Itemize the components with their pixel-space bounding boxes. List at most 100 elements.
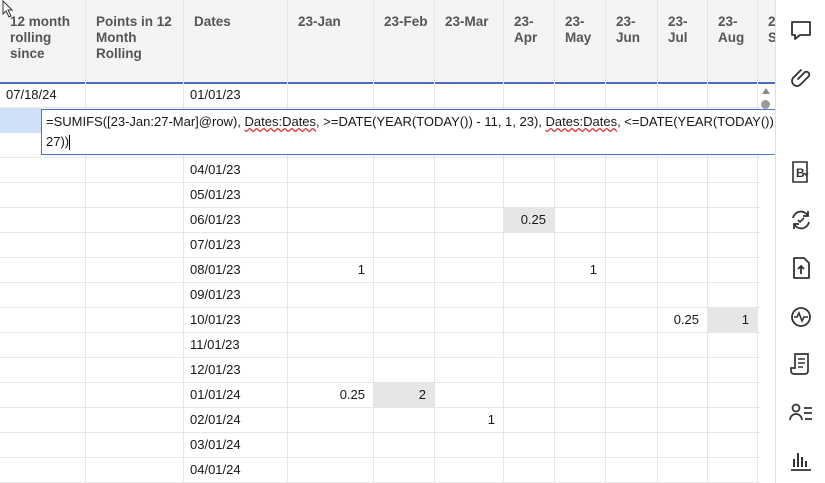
cell-apr[interactable]	[504, 357, 555, 382]
cell-jul[interactable]	[658, 457, 708, 482]
cell-aug[interactable]	[708, 432, 758, 457]
cell-aug[interactable]	[708, 232, 758, 257]
cell-feb[interactable]	[374, 432, 435, 457]
cell-points[interactable]	[86, 182, 184, 207]
cell-jun[interactable]	[606, 82, 658, 107]
cell-jun[interactable]	[606, 432, 658, 457]
cell-date[interactable]: 03/01/24	[184, 432, 288, 457]
cell-date[interactable]: 12/01/23	[184, 357, 288, 382]
cell-date[interactable]: 01/01/24	[184, 382, 288, 407]
cell-jul[interactable]	[658, 82, 708, 107]
cell-points[interactable]	[86, 307, 184, 332]
cell-jan[interactable]	[288, 157, 374, 182]
cell-may[interactable]	[555, 232, 606, 257]
cell-feb[interactable]	[374, 407, 435, 432]
activity-icon[interactable]	[788, 304, 814, 330]
cell-apr[interactable]	[504, 182, 555, 207]
scroll-up-arrow-icon[interactable]	[762, 88, 770, 94]
cell-apr[interactable]	[504, 432, 555, 457]
column-header-overflow[interactable]: 2 S	[758, 0, 775, 82]
table-row[interactable]: 08/01/23 1 1	[0, 257, 760, 283]
table-row[interactable]: 02/01/24 1	[0, 407, 760, 433]
cell-mar[interactable]	[435, 457, 504, 482]
cell-since[interactable]	[0, 357, 86, 382]
column-header-points[interactable]: Points in 12 Month Rolling	[86, 0, 184, 82]
cell-feb[interactable]	[374, 182, 435, 207]
scroll-thumb[interactable]	[761, 100, 770, 109]
cell-apr[interactable]	[504, 257, 555, 282]
cell-points[interactable]	[86, 382, 184, 407]
cell-jan[interactable]: 0.25	[288, 382, 374, 407]
cell-points[interactable]	[86, 257, 184, 282]
formula-editor[interactable]: =SUMIFS([23-Jan:27-Mar]@row), Dates:Date…	[41, 109, 821, 155]
cell-feb[interactable]: 2	[374, 382, 435, 407]
cell-since[interactable]	[0, 432, 86, 457]
cell-since[interactable]	[0, 157, 86, 182]
cell-feb[interactable]	[374, 357, 435, 382]
cell-since[interactable]	[0, 282, 86, 307]
table-row[interactable]: 03/01/24	[0, 432, 760, 458]
cell-since[interactable]	[0, 457, 86, 482]
cell-date[interactable]: 08/01/23	[184, 257, 288, 282]
cell-points[interactable]	[86, 82, 184, 107]
column-header-may[interactable]: 23- May	[555, 0, 606, 82]
cell-mar[interactable]	[435, 332, 504, 357]
cell-apr[interactable]	[504, 407, 555, 432]
table-row[interactable]: 07/01/23	[0, 232, 760, 258]
cell-jan[interactable]	[288, 282, 374, 307]
cell-mar[interactable]: 1	[435, 407, 504, 432]
cell-aug[interactable]	[708, 157, 758, 182]
cell-jan[interactable]	[288, 232, 374, 257]
cell-points[interactable]	[86, 457, 184, 482]
cell-mar[interactable]	[435, 157, 504, 182]
cell-apr[interactable]	[504, 332, 555, 357]
selected-row-cell[interactable]	[0, 108, 42, 133]
cell-may[interactable]	[555, 282, 606, 307]
cell-aug[interactable]	[708, 282, 758, 307]
cell-since[interactable]	[0, 207, 86, 232]
cell-apr[interactable]: 0.25	[504, 207, 555, 232]
cell-jan[interactable]: 1	[288, 257, 374, 282]
cell-jul[interactable]	[658, 357, 708, 382]
cell-may[interactable]	[555, 407, 606, 432]
cell-jan[interactable]	[288, 207, 374, 232]
cell-jul[interactable]	[658, 332, 708, 357]
cell-jul[interactable]	[658, 257, 708, 282]
cell-points[interactable]	[86, 357, 184, 382]
cell-date[interactable]: 04/01/24	[184, 457, 288, 482]
upload-file-icon[interactable]	[788, 255, 814, 281]
cell-date[interactable]: 09/01/23	[184, 282, 288, 307]
cell-jan[interactable]	[288, 332, 374, 357]
cell-mar[interactable]	[435, 382, 504, 407]
column-header-apr[interactable]: 23- Apr	[504, 0, 555, 82]
cell-points[interactable]	[86, 157, 184, 182]
cell-date[interactable]: 01/01/23	[184, 82, 288, 107]
cell-points[interactable]	[86, 207, 184, 232]
table-row[interactable]: 06/01/23 0.25	[0, 207, 760, 233]
cell-jan[interactable]	[288, 182, 374, 207]
cell-feb[interactable]	[374, 307, 435, 332]
table-row[interactable]: 04/01/23	[0, 157, 760, 183]
vertical-scrollbar[interactable]	[760, 84, 772, 483]
table-row[interactable]: 11/01/23	[0, 332, 760, 358]
cell-apr[interactable]	[504, 382, 555, 407]
cell-since[interactable]	[0, 257, 86, 282]
bold-format-icon[interactable]: B	[788, 159, 814, 185]
cell-apr[interactable]	[504, 232, 555, 257]
cell-jun[interactable]	[606, 182, 658, 207]
cell-jan[interactable]	[288, 432, 374, 457]
cell-may[interactable]	[555, 82, 606, 107]
cell-jan[interactable]	[288, 82, 374, 107]
cell-feb[interactable]	[374, 207, 435, 232]
summary-sheet-icon[interactable]	[788, 351, 814, 377]
cell-mar[interactable]	[435, 257, 504, 282]
cell-apr[interactable]	[504, 307, 555, 332]
cell-date[interactable]: 05/01/23	[184, 182, 288, 207]
cell-feb[interactable]	[374, 82, 435, 107]
cell-jan[interactable]	[288, 307, 374, 332]
cell-aug[interactable]	[708, 182, 758, 207]
cell-jul[interactable]	[658, 182, 708, 207]
cell-aug[interactable]	[708, 407, 758, 432]
cell-jun[interactable]	[606, 257, 658, 282]
table-row[interactable]: 05/01/23	[0, 182, 760, 208]
